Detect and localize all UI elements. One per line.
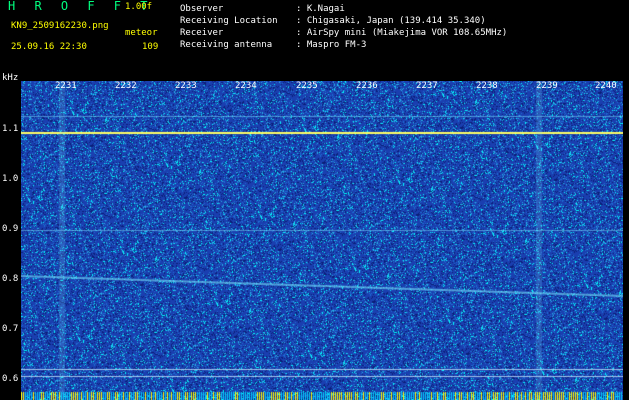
x-tick-2238: 2238	[476, 81, 498, 91]
spectrogram-canvas	[21, 81, 623, 400]
antenna-label: Receiving antenna	[180, 40, 273, 50]
version-label: 1.00f	[125, 2, 153, 12]
y-tick-1.0: 1.0	[2, 174, 19, 184]
datetime-label: 25.09.16 22:30	[11, 42, 87, 52]
antenna-value: : Maspro FM-3	[296, 40, 367, 50]
x-tick-2232: 2232	[115, 81, 137, 91]
y-tick-1.1: 1.1	[2, 124, 19, 134]
x-tick-2240: 2240	[595, 81, 617, 91]
x-tick-2234: 2234	[235, 81, 257, 91]
y-tick-0.7: 0.7	[2, 324, 19, 334]
y-tick-0.8: 0.8	[2, 274, 19, 284]
x-tick-2235: 2235	[296, 81, 318, 91]
x-tick-2237: 2237	[416, 81, 438, 91]
y-tick-0.9: 0.9	[2, 224, 19, 234]
x-tick-2231: 2231	[55, 81, 77, 91]
y-tick-0.6: 0.6	[2, 374, 19, 384]
x-tick-2239: 2239	[536, 81, 558, 91]
observer-label: Observer	[180, 4, 224, 14]
mode-label: meteor	[125, 28, 158, 38]
x-tick-2236: 2236	[356, 81, 378, 91]
x-tick-2233: 2233	[175, 81, 197, 91]
count-label: 109	[142, 42, 159, 52]
observer-value: : K.Nagai	[296, 4, 345, 14]
receiver-value: : AirSpy mini (Miakejima VOR 108.65MHz)	[296, 28, 508, 38]
spectrogram-plot	[21, 81, 623, 400]
receiver-label: Receiver	[180, 28, 224, 38]
filename-label: KN9_2509162230.png	[11, 21, 109, 31]
location-label: Receiving Location	[180, 16, 278, 26]
y-axis-unit: kHz	[2, 73, 19, 83]
location-value: : Chigasaki, Japan (139.414 35.340)	[296, 16, 486, 26]
